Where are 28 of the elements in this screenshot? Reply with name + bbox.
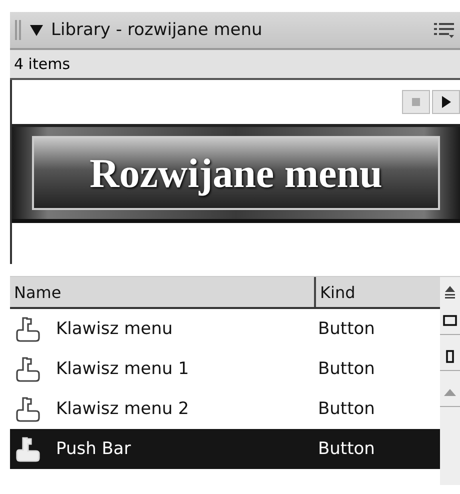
button-graphic-label: Rozwijane menu <box>90 149 382 197</box>
button-symbol-icon <box>16 396 42 422</box>
symbol-kind: Button <box>318 439 375 459</box>
column-header[interactable]: Kind <box>316 277 440 307</box>
grip-icon[interactable] <box>14 19 22 41</box>
panel-title: Library - rozwijane menu <box>51 20 264 40</box>
play-button[interactable] <box>432 90 460 114</box>
play-icon <box>442 96 450 108</box>
wide-view-icon <box>443 315 457 326</box>
sort-order-icon[interactable] <box>444 285 456 299</box>
symbol-name: Push Bar <box>56 439 132 459</box>
up-arrow-icon <box>444 389 456 396</box>
stop-icon <box>412 98 420 106</box>
button-symbol-icon <box>16 316 42 342</box>
symbol-name: Klawisz menu <box>56 319 174 339</box>
collapse-triangle-icon[interactable] <box>30 24 43 36</box>
symbol-kind: Button <box>318 319 375 339</box>
symbol-kind: Button <box>318 359 375 379</box>
symbol-kind: Button <box>318 399 375 419</box>
library-row[interactable]: Push Bar Button <box>10 429 440 469</box>
symbol-name: Klawisz menu 1 <box>56 359 190 379</box>
symbol-name: Klawisz menu 2 <box>56 399 190 419</box>
options-menu-icon[interactable] <box>434 21 454 39</box>
column-header[interactable]: Name <box>10 277 316 307</box>
narrow-view-icon <box>446 350 454 363</box>
item-count: 4 items <box>14 55 70 73</box>
button-symbol-icon <box>16 356 42 382</box>
button-symbol-icon <box>16 436 42 462</box>
